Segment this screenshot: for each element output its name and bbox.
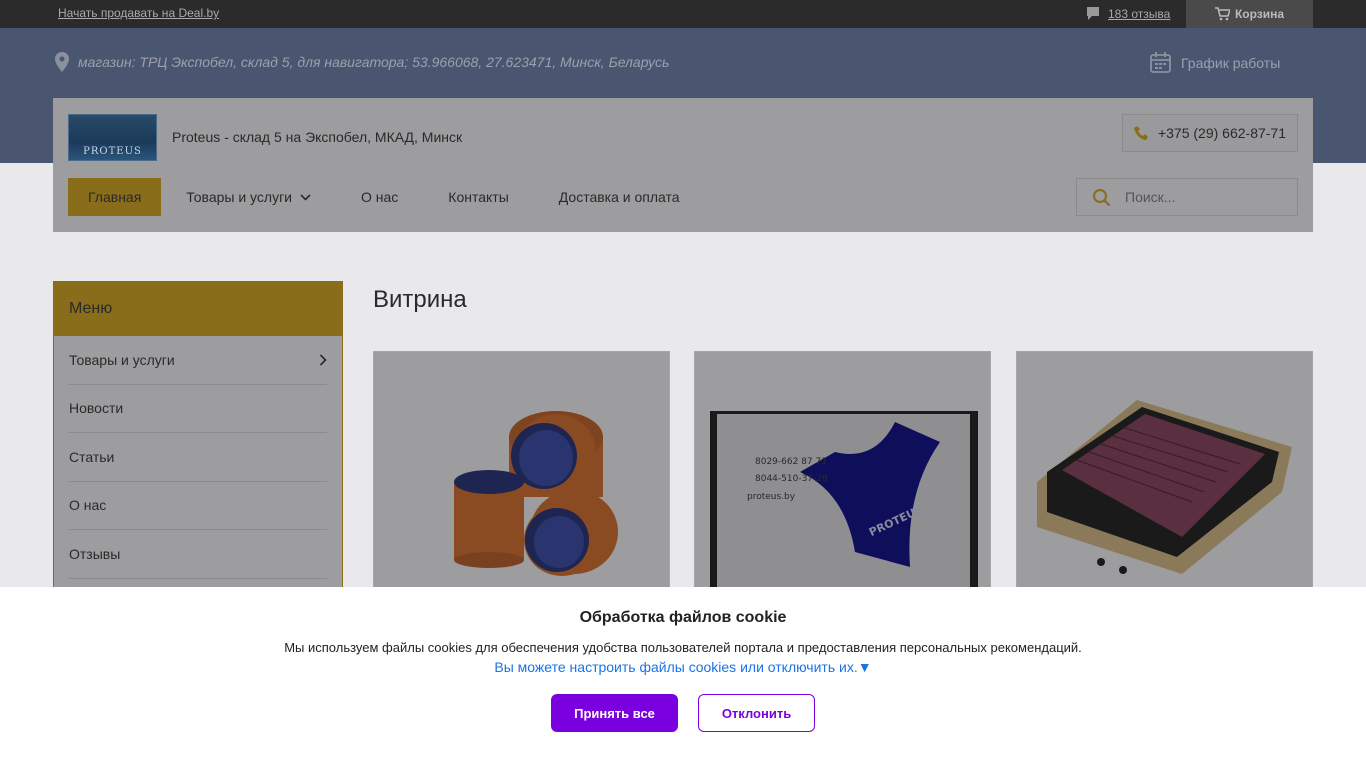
cookie-banner: Обработка файлов cookie Мы используем фа… xyxy=(0,587,1366,768)
product-card[interactable] xyxy=(373,351,670,601)
cart-icon xyxy=(1214,7,1230,21)
reviews-link[interactable]: 183 отзыва xyxy=(1086,6,1170,22)
sidebar-item-label: Товары и услуги xyxy=(69,351,175,368)
accept-all-button[interactable]: Принять все xyxy=(551,694,678,732)
cart-button[interactable]: Корзина xyxy=(1186,0,1313,28)
sidebar-item-products[interactable]: Товары и услуги xyxy=(69,336,327,385)
start-selling-link[interactable]: Начать продавать на Deal.by xyxy=(58,6,219,20)
nav-label: О нас xyxy=(361,189,399,205)
decline-button[interactable]: Отклонить xyxy=(698,694,815,732)
phone-icon xyxy=(1133,126,1148,140)
search-icon[interactable] xyxy=(1077,188,1125,207)
nav-label: Главная xyxy=(88,189,142,205)
phone-number: +375 (29) 662-87-71 xyxy=(1157,125,1287,141)
header-card: PROTEUS Proteus - склад 5 на Экспобел, М… xyxy=(53,98,1313,232)
chevron-right-icon xyxy=(319,354,327,366)
product-image-air-filter xyxy=(1037,400,1292,574)
chevron-down-icon xyxy=(300,193,311,201)
sidebar-item-reviews[interactable]: Отзывы xyxy=(69,530,327,579)
cart-label: Корзина xyxy=(1234,7,1285,21)
sidebar-item-news[interactable]: Новости xyxy=(69,385,327,433)
sidebar-item-label: Статьи xyxy=(69,448,115,465)
reviews-count: 183 отзыва xyxy=(1108,7,1171,21)
product-image-blue-elbow: 8029-662 87 71 8044-510-37-28 proteus.by… xyxy=(710,411,978,602)
product-card[interactable] xyxy=(1016,351,1313,601)
cookie-settings-link[interactable]: Вы можете настроить файлы cookies или от… xyxy=(0,659,1366,675)
phone-button[interactable]: +375 (29) 662-87-71 xyxy=(1122,114,1298,152)
sidebar-title: Меню xyxy=(54,282,342,336)
search-input[interactable] xyxy=(1125,189,1285,205)
sidebar-item-articles[interactable]: Статьи xyxy=(69,433,327,482)
schedule-link[interactable]: График работы xyxy=(1150,52,1280,73)
cookie-title: Обработка файлов cookie xyxy=(579,609,787,626)
schedule-label: График работы xyxy=(1181,54,1281,71)
cookie-description: Мы используем файлы cookies для обеспече… xyxy=(284,640,1082,655)
company-logo[interactable]: PROTEUS xyxy=(68,114,157,161)
nav-label: Доставка и оплата xyxy=(558,189,680,205)
cookie-buttons: Принять все Отклонить xyxy=(0,694,1366,732)
comment-icon xyxy=(1087,7,1099,20)
nav-item-products[interactable]: Товары и услуги xyxy=(161,178,336,216)
nav-item-delivery[interactable]: Доставка и оплата xyxy=(534,178,705,216)
sidebar-menu: Меню Товары и услуги Новости Статьи О на… xyxy=(53,281,343,591)
nav-label: Товары и услуги xyxy=(186,189,292,205)
photo-phone-2: 8044-510-37-28 xyxy=(755,474,828,484)
sidebar-item-label: Отзывы xyxy=(69,545,121,562)
top-bar: Начать продавать на Deal.by 183 отзыва К… xyxy=(0,0,1366,28)
store-address: магазин: ТРЦ Экспобел, склад 5, для нави… xyxy=(54,52,669,72)
address-text: магазин: ТРЦ Экспобел, склад 5, для нави… xyxy=(78,54,670,70)
sidebar-item-about[interactable]: О нас xyxy=(69,482,327,530)
sidebar-item-label: О нас xyxy=(69,497,107,514)
product-card[interactable]: 8029-662 87 71 8044-510-37-28 proteus.by… xyxy=(694,351,991,602)
nav-item-about[interactable]: О нас xyxy=(336,178,423,216)
photo-phone-1: 8029-662 87 71 xyxy=(755,457,827,467)
location-pin-icon xyxy=(55,52,69,72)
calendar-icon xyxy=(1150,52,1171,73)
page-title: Витрина xyxy=(373,286,467,313)
photo-site: proteus.by xyxy=(747,492,796,502)
nav-label: Контакты xyxy=(448,189,509,205)
shop-name: Proteus - склад 5 на Экспобел, МКАД, Мин… xyxy=(172,129,463,145)
product-image-orange-couplers xyxy=(454,411,618,576)
sidebar-item-label: Новости xyxy=(69,400,124,417)
search-box xyxy=(1076,178,1298,216)
nav-item-home[interactable]: Главная xyxy=(68,178,162,216)
nav-item-contacts[interactable]: Контакты xyxy=(423,178,533,216)
main-nav: Главная Товары и услуги О нас Контакты Д… xyxy=(68,178,705,216)
logo-text: PROTEUS xyxy=(83,146,142,157)
